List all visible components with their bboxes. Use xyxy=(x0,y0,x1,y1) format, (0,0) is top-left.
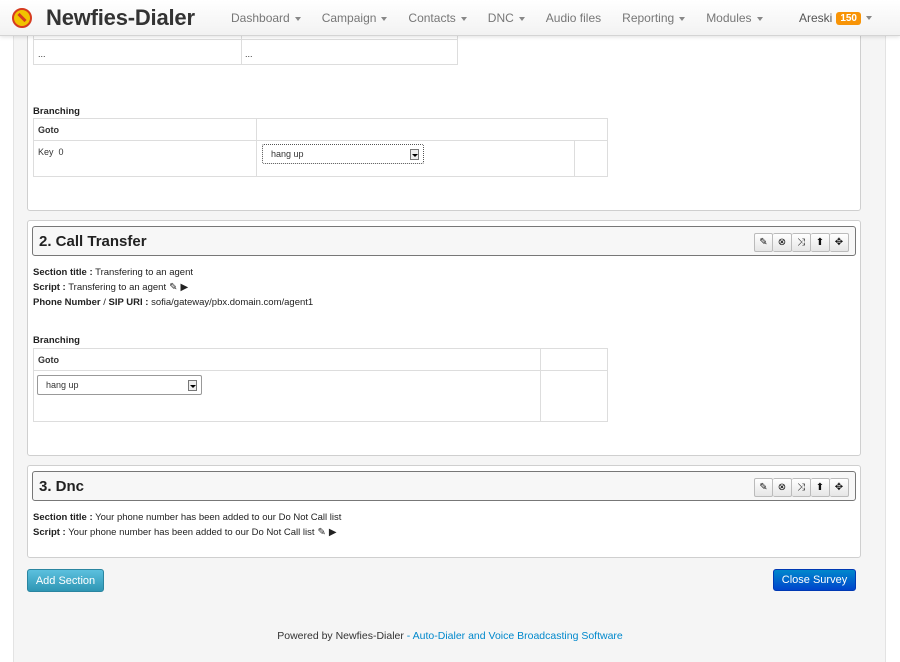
brand[interactable]: Newfies-Dialer xyxy=(12,5,195,31)
play-icon[interactable]: ▶ xyxy=(180,282,188,293)
table-cell: ... xyxy=(38,49,46,59)
footer-separator: - xyxy=(406,630,411,642)
phone-line: Phone Number / SIP URI : sofia/gateway/p… xyxy=(33,297,314,308)
notification-badge: 150 xyxy=(836,11,861,25)
goto-header: Goto xyxy=(38,125,59,135)
navbar: Newfies-Dialer Dashboard Campaign Contac… xyxy=(0,0,900,36)
caret-down-icon xyxy=(756,16,763,21)
add-section-button[interactable]: Add Section xyxy=(27,569,104,592)
nav-campaign[interactable]: Campaign xyxy=(322,11,388,25)
play-icon[interactable]: ▶ xyxy=(329,527,337,538)
nav-dashboard[interactable]: Dashboard xyxy=(231,11,301,25)
brand-name: Newfies-Dialer xyxy=(46,5,195,30)
caret-down-icon xyxy=(460,16,467,21)
section-title-line: Section title : Transfering to an agent xyxy=(33,267,194,278)
key-label: Key 0 xyxy=(38,147,64,157)
username: Areski xyxy=(798,11,833,25)
branch-select[interactable]: hang up xyxy=(262,144,424,164)
move-icon[interactable]: ✥ xyxy=(830,233,849,252)
script-line: Script : Your phone number has been adde… xyxy=(33,527,337,538)
branching-label: Branching xyxy=(33,106,80,117)
section-title: 2. Call Transfer xyxy=(39,233,147,250)
move-up-icon[interactable]: ⬆ xyxy=(811,233,830,252)
branching-table: Goto Key 0 hang up xyxy=(33,118,608,177)
close-survey-button[interactable]: Close Survey xyxy=(773,569,856,591)
section1-partial-table: ... ... xyxy=(33,31,458,65)
nav-modules[interactable]: Modules xyxy=(706,11,763,25)
caret-down-icon xyxy=(381,16,388,21)
caret-down-icon xyxy=(679,16,686,21)
section-actions: ✎ ⊗ ⤨ ⬆ ✥ xyxy=(754,233,849,252)
section-header: 2. Call Transfer ✎ ⊗ ⤨ ⬆ ✥ xyxy=(32,226,856,256)
edit-script-icon[interactable]: ✎ xyxy=(317,527,325,538)
dropdown-arrow-icon xyxy=(188,380,197,391)
main-nav: Dashboard Campaign Contacts DNC Audio fi… xyxy=(231,0,784,36)
dropdown-arrow-icon xyxy=(410,149,419,160)
move-icon[interactable]: ✥ xyxy=(830,478,849,497)
shuffle-icon[interactable]: ⤨ xyxy=(792,478,811,497)
nav-contacts[interactable]: Contacts xyxy=(408,11,467,25)
branching-label: Branching xyxy=(33,335,80,346)
logo-icon xyxy=(12,8,32,28)
section-title: 3. Dnc xyxy=(39,478,85,495)
footer-link[interactable]: Auto-Dialer and Voice Broadcasting Softw… xyxy=(413,630,623,642)
script-line: Script : Transfering to an agent ✎ ▶ xyxy=(33,282,189,293)
move-up-icon[interactable]: ⬆ xyxy=(811,478,830,497)
edit-icon[interactable]: ✎ xyxy=(754,233,773,252)
nav-reporting[interactable]: Reporting xyxy=(622,11,686,25)
footer: Powered by Newfies-Dialer - Auto-Dialer … xyxy=(0,630,900,642)
caret-down-icon xyxy=(866,16,872,20)
branch-select[interactable]: hang up xyxy=(37,375,202,395)
footer-text: Powered by Newfies-Dialer xyxy=(277,630,404,642)
user-menu[interactable]: Areski 150 xyxy=(799,0,872,36)
section-panel-2: 2. Call Transfer ✎ ⊗ ⤨ ⬆ ✥ Section title… xyxy=(27,220,861,456)
edit-icon[interactable]: ✎ xyxy=(754,478,773,497)
delete-icon[interactable]: ⊗ xyxy=(773,233,792,252)
section-panel-3: 3. Dnc ✎ ⊗ ⤨ ⬆ ✥ Section title : Your ph… xyxy=(27,465,861,558)
edit-script-icon[interactable]: ✎ xyxy=(169,282,177,293)
delete-icon[interactable]: ⊗ xyxy=(773,478,792,497)
section-panel-1: ... ... Branching Goto Key 0 hang up xyxy=(27,30,861,211)
goto-header: Goto xyxy=(38,355,59,365)
caret-down-icon xyxy=(518,16,525,21)
branching-table: Goto hang up xyxy=(33,348,608,422)
table-cell: ... xyxy=(245,49,253,59)
shuffle-icon[interactable]: ⤨ xyxy=(792,233,811,252)
section-header: 3. Dnc ✎ ⊗ ⤨ ⬆ ✥ xyxy=(32,471,856,501)
section-actions: ✎ ⊗ ⤨ ⬆ ✥ xyxy=(754,478,849,497)
nav-audio-files[interactable]: Audio files xyxy=(546,11,601,25)
nav-dnc[interactable]: DNC xyxy=(488,11,525,25)
section-title-line: Section title : Your phone number has be… xyxy=(33,512,342,523)
caret-down-icon xyxy=(294,16,301,21)
